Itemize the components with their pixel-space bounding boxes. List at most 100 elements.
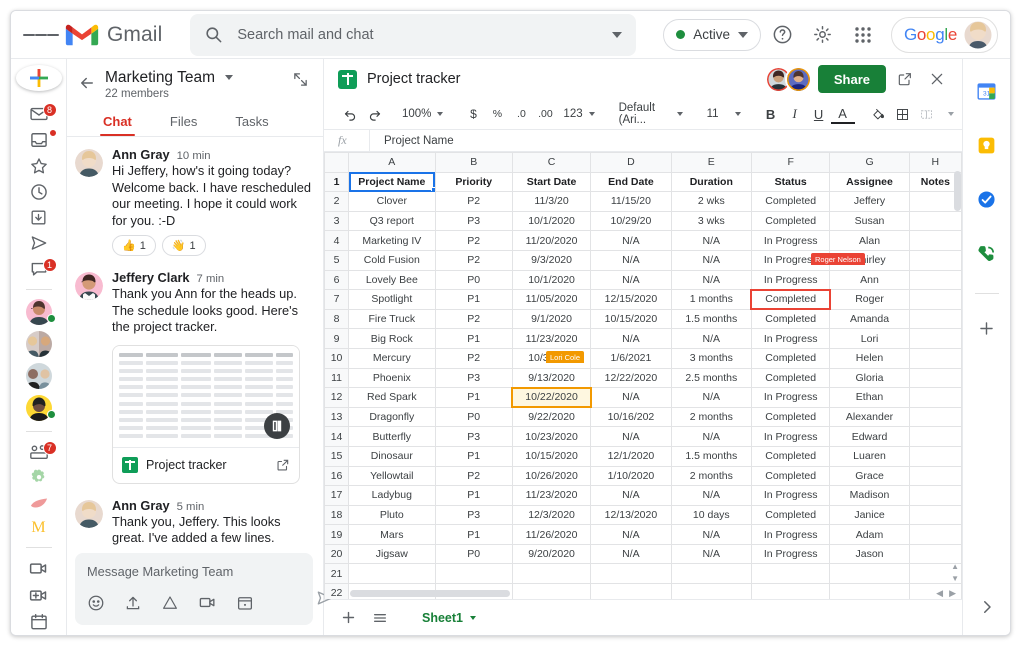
cell-G2[interactable]: Jeffery (830, 192, 909, 212)
cell-G8[interactable]: Amanda (830, 309, 909, 329)
cell-D2[interactable]: 11/15/20 (591, 192, 671, 212)
cell-D12[interactable]: N/A (591, 388, 671, 408)
cell-D18[interactable]: 12/13/2020 (591, 505, 671, 525)
cell-G12[interactable]: Ethan (830, 388, 909, 408)
cell-A12[interactable]: Red Spark (349, 388, 435, 408)
cell-D9[interactable]: N/A (591, 329, 671, 349)
cell-F21[interactable] (751, 564, 829, 584)
cell-B4[interactable]: P2 (435, 231, 512, 251)
cell-E16[interactable]: 2 months (671, 466, 751, 486)
hamburger-icon[interactable] (23, 17, 59, 53)
sidebar-room-marketing[interactable]: 7 (19, 442, 59, 462)
cell-F16[interactable]: Completed (751, 466, 829, 486)
cell-D14[interactable]: N/A (591, 427, 671, 447)
cell-E14[interactable]: N/A (671, 427, 751, 447)
row-header[interactable]: 11 (325, 368, 349, 388)
cell-C6[interactable]: 10/1/2020 (512, 270, 590, 290)
cell-F17[interactable]: In Progress (751, 486, 829, 506)
cell-F10[interactable]: Completed (751, 348, 829, 368)
reaction-chip[interactable]: 👍 1 (112, 235, 156, 256)
sidebar-room-red[interactable] (19, 494, 59, 513)
cell-E9[interactable]: N/A (671, 329, 751, 349)
percent-format-button[interactable]: % (485, 102, 509, 126)
row-header[interactable]: 2 (325, 192, 349, 212)
cell-G21[interactable] (830, 564, 909, 584)
paint-bucket-icon[interactable] (867, 102, 891, 126)
cell-C8[interactable]: 9/1/2020 (512, 309, 590, 329)
cell-B18[interactable]: P3 (435, 505, 512, 525)
cell-D5[interactable]: N/A (591, 250, 671, 270)
cell-B10[interactable]: P2 (435, 348, 512, 368)
cell-F18[interactable]: Completed (751, 505, 829, 525)
cell-G14[interactable]: Edward (830, 427, 909, 447)
cell-C17[interactable]: 11/23/2020 (512, 486, 590, 506)
cell-E12[interactable]: N/A (671, 388, 751, 408)
cell-F4[interactable]: In Progress (751, 231, 829, 251)
row-header[interactable]: 18 (325, 505, 349, 525)
cell-A17[interactable]: Ladybug (349, 486, 435, 506)
cell-D11[interactable]: 12/22/2020 (591, 368, 671, 388)
avatar[interactable] (75, 500, 103, 528)
sidebar-group-1[interactable] (19, 331, 59, 357)
sidebar-room-green[interactable] (19, 468, 59, 488)
cell-B12[interactable]: P1 (435, 388, 512, 408)
share-button[interactable]: Share (818, 65, 886, 93)
cell-D4[interactable]: N/A (591, 231, 671, 251)
cell-G3[interactable]: Susan (830, 211, 909, 231)
cell-F15[interactable]: Completed (751, 446, 829, 466)
add-sheet-plus-icon[interactable] (334, 604, 362, 632)
cell-E8[interactable]: 1.5 months (671, 309, 751, 329)
row-header[interactable]: 15 (325, 446, 349, 466)
search-bar[interactable] (190, 14, 636, 56)
cell-C4[interactable]: 11/20/2020 (512, 231, 590, 251)
cell-A3[interactable]: Q3 report (349, 211, 435, 231)
cell-C18[interactable]: 12/3/2020 (512, 505, 590, 525)
cell-G6[interactable]: Ann (830, 270, 909, 290)
cell-A7[interactable]: Spotlight (349, 290, 435, 310)
cell-G4[interactable]: Alan (830, 231, 909, 251)
column-header-c[interactable]: C (512, 153, 590, 173)
cell-C2[interactable]: 11/3/20 (512, 192, 590, 212)
cell-C3[interactable]: 10/1/2020 (512, 211, 590, 231)
sidebar-person-2[interactable] (19, 395, 59, 421)
cell-E21[interactable] (671, 564, 751, 584)
composer-placeholder[interactable]: Message Marketing Team (87, 564, 301, 579)
cell-B7[interactable]: P1 (435, 290, 512, 310)
cell-E11[interactable]: 2.5 months (671, 368, 751, 388)
sidebar-item-snoozed[interactable] (19, 182, 59, 202)
cell-A8[interactable]: Fire Truck (349, 309, 435, 329)
search-options-chevron-down-icon[interactable] (612, 32, 622, 38)
cell-A11[interactable]: Phoenix (349, 368, 435, 388)
cell-A18[interactable]: Pluto (349, 505, 435, 525)
cell-A9[interactable]: Big Rock (349, 329, 435, 349)
avatar[interactable] (963, 20, 993, 50)
sidebar-group-2[interactable] (19, 363, 59, 389)
cell-A19[interactable]: Mars (349, 525, 435, 545)
tab-files[interactable]: Files (170, 108, 197, 136)
sidebar-item-new-meeting[interactable] (19, 585, 59, 606)
cell-d1[interactable]: End Date (591, 172, 671, 192)
cell-D16[interactable]: 1/10/2020 (591, 466, 671, 486)
cell-E3[interactable]: 3 wks (671, 211, 751, 231)
chat-team-chevron-down-icon[interactable] (225, 75, 233, 80)
cell-D3[interactable]: 10/29/20 (591, 211, 671, 231)
cell-B3[interactable]: P3 (435, 211, 512, 231)
cell-F14[interactable]: In Progress (751, 427, 829, 447)
right-rail-item-tasks[interactable] (971, 183, 1003, 215)
row-header[interactable]: 3 (325, 211, 349, 231)
right-rail-item-keep[interactable] (971, 129, 1003, 161)
cell-C13[interactable]: 9/22/2020 (512, 407, 590, 427)
cell-B13[interactable]: P0 (435, 407, 512, 427)
cell-D21[interactable] (591, 564, 671, 584)
cell-A13[interactable]: Dragonfly (349, 407, 435, 427)
redo-icon[interactable] (362, 102, 386, 126)
cell-C14[interactable]: 10/23/2020 (512, 427, 590, 447)
cell-A16[interactable]: Yellowtail (349, 466, 435, 486)
attachment-open-row[interactable]: Project tracker (113, 447, 299, 483)
cell-B6[interactable]: P0 (435, 270, 512, 290)
cell-G15[interactable]: Luaren (830, 446, 909, 466)
column-header-g[interactable]: G (830, 153, 909, 173)
document-title[interactable]: Project tracker (367, 71, 460, 87)
cell-C16[interactable]: 10/26/2020 (512, 466, 590, 486)
back-arrow-icon[interactable] (75, 71, 99, 95)
